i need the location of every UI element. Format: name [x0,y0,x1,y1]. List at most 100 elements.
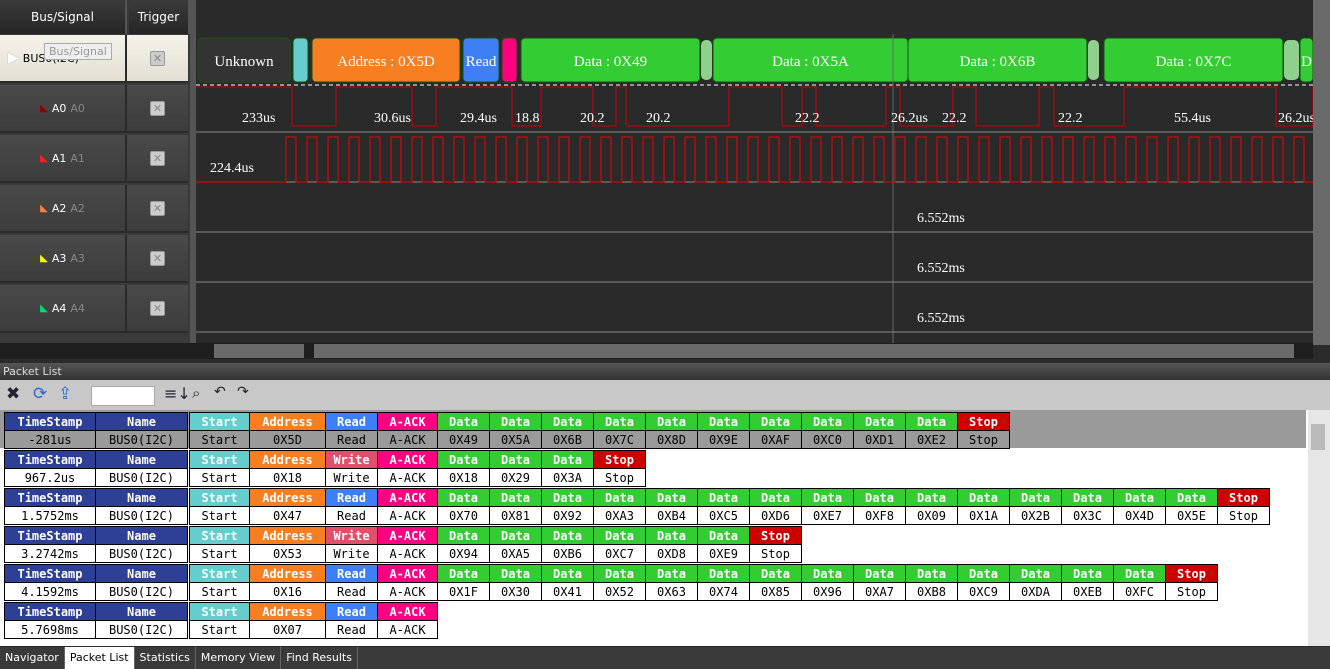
bus-segment-label: Data : 0X7C [1156,54,1232,70]
find-next-icon[interactable]: ↷ [237,384,249,400]
field-value: A-ACK [377,582,438,601]
name-header: Name [95,412,188,431]
field-header: Data [593,412,646,431]
a0-duration-label: 18.8 [515,111,540,126]
search-input[interactable] [91,386,155,406]
tab-navigator[interactable]: Navigator [0,647,65,669]
timestamp-header: TimeStamp [4,526,96,545]
field-header: Read [325,602,378,621]
channel-color-icon: ◣ [40,252,48,264]
field-value: 0XA3 [593,506,646,525]
field-value: 0XB6 [541,544,594,563]
tab-memory-view[interactable]: Memory View [196,647,282,669]
name-cell: BUS0(I2C) [95,468,188,487]
trigger-header[interactable]: Trigger [129,0,190,34]
tab-packet-list[interactable]: Packet List [64,647,135,669]
bottom-tabs: Navigator Packet List Statistics Memory Vie… [0,647,1330,669]
packet-meta[interactable]: TimeStamp Name 967.2us BUS0(I2C) [4,450,188,487]
signal-row[interactable]: ◣ A4 A4 ✕ [0,285,188,333]
field-header: A-ACK [377,526,438,545]
field-header: Data [489,450,542,469]
field-header: Data [1061,488,1114,507]
field-header: Data [437,488,490,507]
field-value: Read [325,582,378,601]
name-cell: BUS0(I2C) [95,620,188,639]
signal-name: A1 [51,151,67,165]
trigger-none-icon[interactable]: ✕ [150,50,165,66]
field-value: 0XF8 [853,506,906,525]
a0-duration-label: 233us [242,111,275,126]
waveform-area[interactable]: Unknown Address : 0X5D Read Data : 0X49 Data… [196,0,1313,345]
packet-row[interactable]: Start Address Read A-ACK Data Data Data Data Dat… [189,412,1010,449]
field-header: Stop [1217,488,1270,507]
field-value: Stop [957,430,1010,449]
field-header: A-ACK [377,488,438,507]
signal-row[interactable]: ◣ A3 A3 ✕ [0,235,188,283]
bus-segment-label: Unknown [214,54,274,70]
waveform-vertical-scrollbar[interactable] [1313,0,1330,345]
field-header: Address [249,526,326,545]
field-header: Data [541,488,594,507]
packet-meta[interactable]: TimeStamp Name 5.7698ms BUS0(I2C) [4,602,188,639]
signal-row[interactable]: ◣ A1 A1 ✕ [0,135,188,183]
packet-row[interactable]: Start Address Read A-ACK Data Data Data Data Dat… [189,488,1270,525]
field-header: Stop [749,526,802,545]
tab-find-results[interactable]: Find Results [281,647,358,669]
field-value: Write [325,468,378,487]
trigger-none-icon[interactable]: ✕ [150,300,165,316]
field-value: 0X16 [249,582,326,601]
packet-row[interactable]: Start Address Write A-ACK Data Data Data Stop St… [189,450,646,487]
a0-duration-label: 55.4us [1174,111,1211,126]
packet-meta[interactable]: TimeStamp Name 1.5752ms BUS0(I2C) [4,488,188,525]
packet-row[interactable]: Start Address Write A-ACK Data Data Data Data Da… [189,526,802,563]
field-value: 0X5D [249,430,326,449]
field-value: 0XA5 [489,544,542,563]
bus-segment-label: Data : 0X5A [772,54,849,70]
bus-signal-header[interactable]: Bus/Signal [0,0,127,34]
field-header: Data [541,564,594,583]
signal-panel: Bus/Signal Trigger ▶BUS0(I2C)Bus/Signal ✕… [0,0,190,345]
expand-arrow-icon[interactable]: ▶ [8,50,19,66]
field-value: 0X41 [541,582,594,601]
field-header: Read [325,412,378,431]
packet-row[interactable]: Start Address Read A-ACK Data Data Data Data Dat… [189,564,1218,601]
field-header: Start [189,564,250,583]
waveform-horizontal-scrollbar[interactable] [0,343,1313,359]
field-value: 0X9E [697,430,750,449]
packet-meta[interactable]: TimeStamp Name 3.2742ms BUS0(I2C) [4,526,188,563]
signal-row[interactable]: ◣ A0 A0 ✕ [0,85,188,133]
field-value: 0XFC [1113,582,1166,601]
field-value: 0X5E [1165,506,1218,525]
a4-duration-label: 6.552ms [917,311,965,326]
name-header: Name [95,564,188,583]
a0-duration-label: 20.2 [646,111,671,126]
find-icon[interactable]: ⌕ [192,384,200,402]
packet-list-scrollbar[interactable] [1308,410,1330,646]
find-previous-icon[interactable]: ↶ [214,384,226,400]
signal-row[interactable]: ▶BUS0(I2C)Bus/Signal ✕ [0,35,188,83]
a0-duration-label: 26.2us [891,111,928,126]
field-value: 0X1A [957,506,1010,525]
field-value: 0XB8 [905,582,958,601]
field-header: Data [489,526,542,545]
trigger-none-icon[interactable]: ✕ [150,150,165,166]
signal-alias: A4 [70,301,85,315]
signal-name-cell: ▶BUS0(I2C)Bus/Signal [0,35,127,81]
packet-meta[interactable]: TimeStamp Name -281us BUS0(I2C) [4,412,188,449]
name-cell: BUS0(I2C) [95,430,188,449]
tab-statistics[interactable]: Statistics [135,647,196,669]
export-icon[interactable]: ⇪ [58,384,72,404]
packet-row[interactable]: Start Address Read A-ACK Start 0X07 Read A-ACK [189,602,438,639]
field-value: Stop [749,544,802,563]
refresh-icon[interactable]: ⟳ [33,384,47,404]
trigger-none-icon[interactable]: ✕ [150,100,165,116]
field-header: Data [1009,488,1062,507]
trigger-none-icon[interactable]: ✕ [150,250,165,266]
sort-icon[interactable]: ≡↓ [164,384,191,403]
name-header: Name [95,488,188,507]
a1-waveform [196,136,1313,183]
trigger-none-icon[interactable]: ✕ [150,200,165,216]
clear-icon[interactable]: ✖ [6,384,20,404]
packet-meta[interactable]: TimeStamp Name 4.1592ms BUS0(I2C) [4,564,188,601]
signal-row[interactable]: ◣ A2 A2 ✕ [0,185,188,233]
